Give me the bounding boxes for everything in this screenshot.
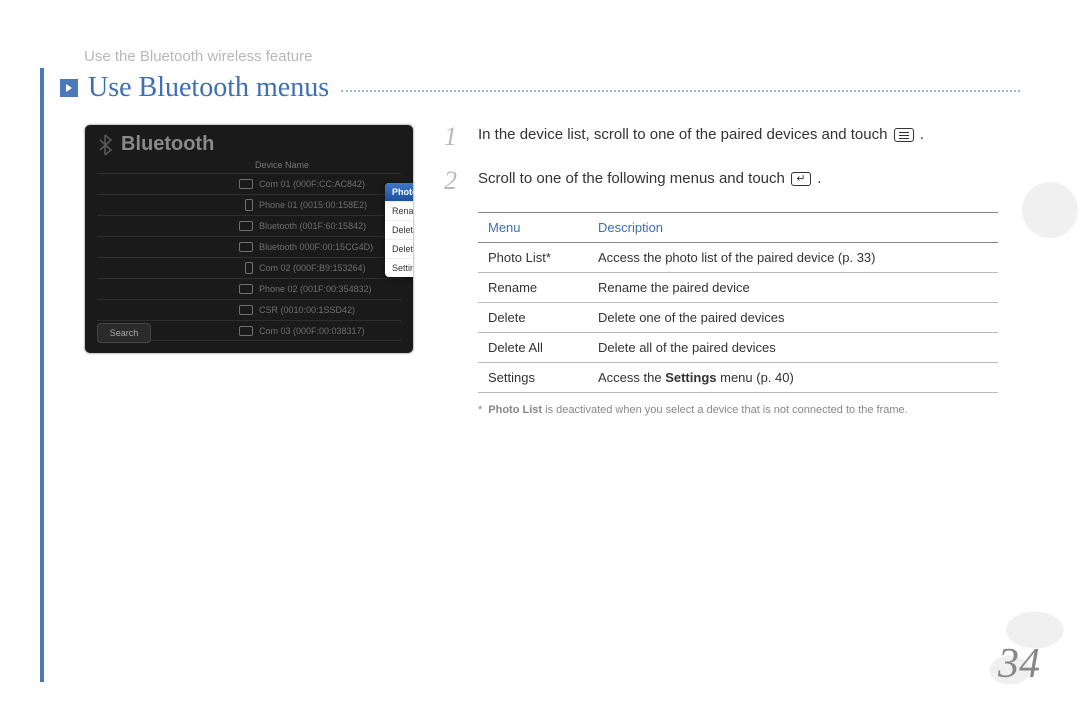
instructions: 1 In the device list, scroll to one of t… xyxy=(444,124,964,418)
bt-device-row[interactable]: Com 01 (000F:CC:AC842) xyxy=(97,173,401,194)
bt-device-name: Com 02 (000F:B9:153264) xyxy=(259,263,366,273)
step1-text-lead: In the device list, scroll to one of the… xyxy=(478,126,892,143)
context-menu-item[interactable]: Delete xyxy=(385,221,414,240)
search-button[interactable]: Search xyxy=(97,323,151,343)
bt-column-header: Device Name xyxy=(85,160,413,173)
left-accent-bar xyxy=(40,68,44,682)
page-title: Use Bluetooth menus xyxy=(88,72,329,104)
step1-text-tail: . xyxy=(920,126,924,143)
computer-icon xyxy=(239,326,253,336)
step2-text-lead: Scroll to one of the following menus and… xyxy=(478,170,789,187)
enter-button-icon xyxy=(791,172,811,186)
bt-header: Bluetooth xyxy=(85,125,413,160)
bluetooth-icon xyxy=(97,134,113,156)
menu-cell: Photo List* xyxy=(478,243,588,273)
step-number: 2 xyxy=(444,168,464,194)
bt-device-name: Bluetooth 000F:00:15CG4D) xyxy=(259,242,373,252)
table-row: Photo List*Access the photo list of the … xyxy=(478,243,998,273)
menu-cell: Delete xyxy=(478,303,588,333)
footnote-bold: Photo List xyxy=(488,404,542,416)
content-row: Bluetooth Device Name Com 01 (000F:CC:AC… xyxy=(84,124,1020,418)
bt-device-name: Com 03 (000F:00:038317) xyxy=(259,326,365,336)
description-cell: Rename the paired device xyxy=(588,273,998,303)
description-cell: Access the photo list of the paired devi… xyxy=(588,243,998,273)
heading-bullet-icon xyxy=(60,79,78,97)
bt-device-row[interactable]: Phone 02 (001F:00:354832) xyxy=(97,278,401,299)
bt-screen-title: Bluetooth xyxy=(121,133,214,156)
computer-icon xyxy=(239,305,253,315)
bt-device-name: Phone 01 (0015:00:158E2) xyxy=(259,200,367,210)
page-number: 34 xyxy=(998,640,1040,688)
breadcrumb: Use the Bluetooth wireless feature xyxy=(84,48,312,65)
table-row: SettingsAccess the Settings menu (p. 40) xyxy=(478,363,998,393)
table-head-menu: Menu xyxy=(478,213,588,243)
bt-device-name: Phone 02 (001F:00:354832) xyxy=(259,284,372,294)
footnote-tail: is deactivated when you select a device … xyxy=(542,404,908,416)
step-text: Scroll to one of the following menus and… xyxy=(478,168,821,194)
bt-device-name: Bluetooth (001F:60:15842) xyxy=(259,221,366,231)
phone-icon xyxy=(245,262,253,274)
description-cell: Delete all of the paired devices xyxy=(588,333,998,363)
manual-page: Use the Bluetooth wireless feature Use B… xyxy=(0,0,1080,712)
device-screenshot: Bluetooth Device Name Com 01 (000F:CC:AC… xyxy=(84,124,414,354)
bt-device-row[interactable]: Com 02 (000F:B9:153264) xyxy=(97,257,401,278)
dotted-rule xyxy=(341,90,1020,92)
context-menu-item[interactable]: Rename xyxy=(385,202,414,221)
menu-button-icon xyxy=(894,128,914,142)
footnote-text: Photo List is deactivated when you selec… xyxy=(488,403,907,418)
step2-text-tail: . xyxy=(817,170,821,187)
table-row: Delete AllDelete all of the paired devic… xyxy=(478,333,998,363)
menu-description-table: Menu Description Photo List*Access the p… xyxy=(478,212,998,393)
table-head-desc: Description xyxy=(588,213,998,243)
description-cell: Delete one of the paired devices xyxy=(588,303,998,333)
context-menu-item[interactable]: Photo List xyxy=(385,183,414,202)
step-1: 1 In the device list, scroll to one of t… xyxy=(444,124,964,150)
context-menu-item[interactable]: Delete All xyxy=(385,240,414,259)
footnote: * Photo List is deactivated when you sel… xyxy=(478,403,964,418)
step-2: 2 Scroll to one of the following menus a… xyxy=(444,168,964,194)
bt-device-row[interactable]: CSR (0010:00:1SSD42) xyxy=(97,299,401,320)
table-row: DeleteDelete one of the paired devices xyxy=(478,303,998,333)
bt-device-row[interactable]: Bluetooth (001F:60:15842) xyxy=(97,215,401,236)
computer-icon xyxy=(239,221,253,231)
computer-icon xyxy=(239,179,253,189)
step-number: 1 xyxy=(444,124,464,150)
computer-icon xyxy=(239,284,253,294)
bt-device-row[interactable]: Bluetooth 000F:00:15CG4D) xyxy=(97,236,401,257)
bt-device-row[interactable]: Phone 01 (0015:00:158E2) xyxy=(97,194,401,215)
menu-cell: Delete All xyxy=(478,333,588,363)
menu-cell: Settings xyxy=(478,363,588,393)
bt-device-name: CSR (0010:00:1SSD42) xyxy=(259,305,355,315)
menu-cell: Rename xyxy=(478,273,588,303)
context-menu: Photo ListRenameDeleteDelete AllSettings xyxy=(385,183,414,277)
computer-icon xyxy=(239,242,253,252)
heading-row: Use Bluetooth menus xyxy=(60,72,1020,104)
phone-icon xyxy=(245,199,253,211)
footnote-asterisk: * xyxy=(478,403,482,418)
bt-device-list: Com 01 (000F:CC:AC842) Phone 01 (0015:00:… xyxy=(85,173,413,341)
table-row: RenameRename the paired device xyxy=(478,273,998,303)
description-cell: Access the Settings menu (p. 40) xyxy=(588,363,998,393)
bt-device-name: Com 01 (000F:CC:AC842) xyxy=(259,179,365,189)
context-menu-item[interactable]: Settings xyxy=(385,259,414,277)
step-text: In the device list, scroll to one of the… xyxy=(478,124,924,150)
